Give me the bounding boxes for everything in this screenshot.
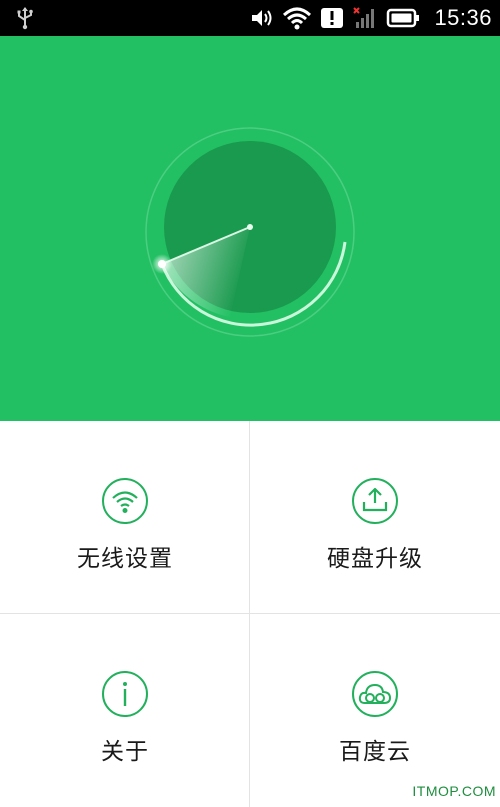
menu-item-about[interactable]: 关于 [0, 614, 250, 807]
menu-item-baidu-cloud[interactable]: 百度云 [250, 614, 500, 807]
volume-icon [252, 10, 272, 26]
watermark: ITMOP.COM [412, 783, 496, 799]
status-time: 15:36 [434, 5, 492, 30]
menu-item-disk-upgrade[interactable]: 硬盘升级 [250, 421, 500, 614]
scan-panel [0, 36, 500, 421]
radar-scan-icon[interactable] [140, 122, 360, 342]
usb-icon [17, 7, 33, 30]
upload-icon [352, 478, 398, 524]
no-signal-icon [353, 7, 375, 28]
menu-item-label: 百度云 [339, 739, 411, 765]
status-icons: 15:36 [250, 0, 492, 36]
cloud-icon [352, 671, 398, 717]
menu-item-wireless-settings[interactable]: 无线设置 [0, 421, 250, 614]
menu-item-label: 无线设置 [77, 546, 173, 572]
info-icon [102, 671, 148, 717]
menu-item-label: 硬盘升级 [327, 546, 423, 572]
menu-grid: 无线设置 硬盘升级 关于 百度云 ITMOP.COM [0, 421, 500, 807]
battery-icon [387, 8, 420, 28]
alert-icon [321, 8, 344, 28]
wifi-icon [102, 478, 148, 524]
menu-item-label: 关于 [101, 739, 149, 765]
wifi-icon [283, 7, 312, 30]
status-bar: 15:36 [0, 0, 500, 36]
